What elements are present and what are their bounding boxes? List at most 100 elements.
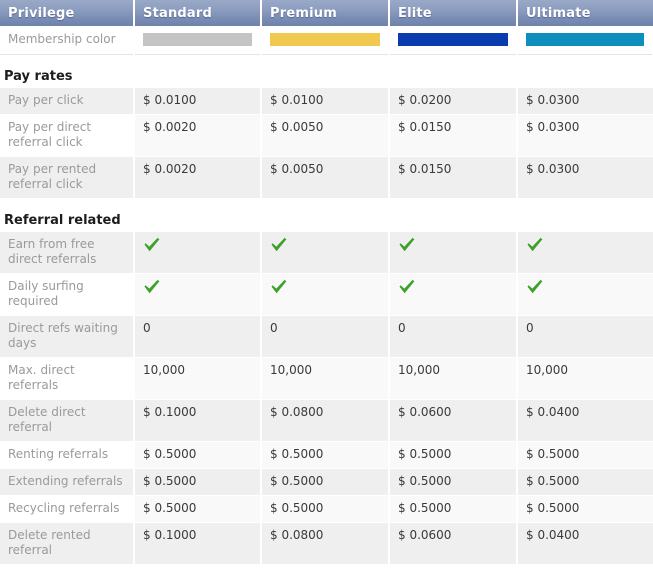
row-label: Earn from free direct referrals (0, 232, 135, 274)
cell-ultimate: $ 0.0300 (517, 156, 653, 199)
row-label: Extending referrals (0, 468, 135, 496)
cell-standard: $ 0.0100 (134, 88, 262, 115)
table-row: Renting referrals $ 0.5000 $ 0.5000 $ 0.500… (0, 441, 653, 469)
cell-elite (389, 232, 518, 274)
check-mark-icon (143, 279, 161, 295)
cell-ultimate: $ 0.5000 (517, 441, 653, 469)
cell-elite: $ 0.0600 (389, 522, 518, 565)
table-row: Extending referrals $ 0.5000 $ 0.5000 $ 0.5… (0, 468, 653, 496)
table-row: Pay per click $ 0.0100 $ 0.0100 $ 0.0200 $ 0… (0, 88, 653, 115)
section-heading-row: Referral related (0, 198, 653, 232)
row-label: Delete direct referral (0, 399, 135, 442)
table-body: Membership color Pay rates Pay per click $ … (0, 26, 653, 565)
cell-premium (261, 232, 390, 274)
row-label: Membership color (0, 26, 135, 55)
cell-elite: $ 0.5000 (389, 468, 518, 496)
cell-ultimate (517, 273, 653, 316)
cell-elite: $ 0.5000 (389, 495, 518, 523)
cell-premium: 10,000 (261, 357, 390, 400)
cell-elite: $ 0.0600 (389, 399, 518, 442)
color-swatch (270, 33, 380, 46)
row-label: Pay per rented referral click (0, 156, 135, 199)
table-row: Earn from free direct referrals (0, 232, 653, 274)
cell-standard: $ 0.0020 (134, 156, 262, 199)
cell-standard: 10,000 (134, 357, 262, 400)
membership-color-cell-elite (389, 26, 518, 55)
cell-premium: $ 0.5000 (261, 468, 390, 496)
column-header-premium[interactable]: Premium (260, 0, 390, 26)
check-mark-icon (526, 237, 544, 253)
table-row: Pay per direct referral click $ 0.0020 $ 0… (0, 114, 653, 157)
cell-standard: $ 0.5000 (134, 495, 262, 523)
row-label: Direct refs waiting days (0, 315, 135, 358)
table-row: Pay per rented referral click $ 0.0020 $ 0… (0, 156, 653, 199)
section-heading-row: Pay rates (0, 54, 653, 88)
check-mark-icon (270, 237, 288, 253)
cell-elite: $ 0.0150 (389, 114, 518, 157)
cell-standard: $ 0.5000 (134, 441, 262, 469)
row-label: Recycling referrals (0, 495, 135, 523)
cell-premium (261, 273, 390, 316)
cell-premium: $ 0.0100 (261, 88, 390, 115)
cell-ultimate: $ 0.0300 (517, 114, 653, 157)
cell-ultimate: $ 0.0400 (517, 399, 653, 442)
column-header-elite[interactable]: Elite (388, 0, 518, 26)
table-row: Delete rented referral $ 0.1000 $ 0.0800 $ … (0, 522, 653, 565)
row-label: Max. direct referrals (0, 357, 135, 400)
table-row: Direct refs waiting days 0 0 0 0 (0, 315, 653, 358)
table-row: Max. direct referrals 10,000 10,000 10,000 1… (0, 357, 653, 400)
section-title: Pay rates (0, 54, 653, 88)
cell-standard: $ 0.0020 (134, 114, 262, 157)
cell-premium: $ 0.0050 (261, 114, 390, 157)
cell-elite: $ 0.0150 (389, 156, 518, 199)
membership-color-row: Membership color (0, 26, 653, 55)
color-swatch (526, 33, 644, 46)
privilege-comparison-table: Privilege Standard Premium Elite Ultimat… (0, 0, 653, 565)
cell-elite: $ 0.5000 (389, 441, 518, 469)
row-label: Delete rented referral (0, 522, 135, 565)
cell-elite (389, 273, 518, 316)
cell-standard: 0 (134, 315, 262, 358)
cell-ultimate: 10,000 (517, 357, 653, 400)
cell-premium: $ 0.5000 (261, 495, 390, 523)
cell-ultimate: $ 0.5000 (517, 468, 653, 496)
cell-premium: $ 0.0800 (261, 399, 390, 442)
cell-ultimate: 0 (517, 315, 653, 358)
check-mark-icon (143, 237, 161, 253)
membership-color-cell-ultimate (517, 26, 653, 55)
cell-ultimate (517, 232, 653, 274)
cell-standard (134, 232, 262, 274)
cell-premium: $ 0.0800 (261, 522, 390, 565)
membership-color-cell-premium (261, 26, 390, 55)
row-label: Renting referrals (0, 441, 135, 469)
table-row: Delete direct referral $ 0.1000 $ 0.0800 $ … (0, 399, 653, 442)
check-mark-icon (270, 279, 288, 295)
cell-premium: 0 (261, 315, 390, 358)
row-label: Pay per click (0, 88, 135, 115)
column-header-privilege[interactable]: Privilege (0, 0, 135, 26)
membership-color-cell-standard (134, 26, 262, 55)
table-row: Daily surfing required (0, 273, 653, 316)
row-label: Daily surfing required (0, 273, 135, 316)
row-label: Pay per direct referral click (0, 114, 135, 157)
cell-ultimate: $ 0.0300 (517, 88, 653, 115)
check-mark-icon (398, 237, 416, 253)
header-row: Privilege Standard Premium Elite Ultimat… (0, 0, 653, 26)
color-swatch (398, 33, 508, 46)
color-swatch (143, 33, 252, 46)
cell-elite: 0 (389, 315, 518, 358)
table-header: Privilege Standard Premium Elite Ultimat… (0, 0, 653, 26)
column-header-standard[interactable]: Standard (133, 0, 262, 26)
section-title: Referral related (0, 198, 653, 232)
column-header-ultimate[interactable]: Ultimate (516, 0, 653, 26)
cell-standard (134, 273, 262, 316)
check-mark-icon (526, 279, 544, 295)
cell-elite: 10,000 (389, 357, 518, 400)
cell-premium: $ 0.5000 (261, 441, 390, 469)
table-row: Recycling referrals $ 0.5000 $ 0.5000 $ 0.5… (0, 495, 653, 523)
cell-standard: $ 0.5000 (134, 468, 262, 496)
cell-standard: $ 0.1000 (134, 399, 262, 442)
cell-ultimate: $ 0.5000 (517, 495, 653, 523)
cell-ultimate: $ 0.0400 (517, 522, 653, 565)
check-mark-icon (398, 279, 416, 295)
